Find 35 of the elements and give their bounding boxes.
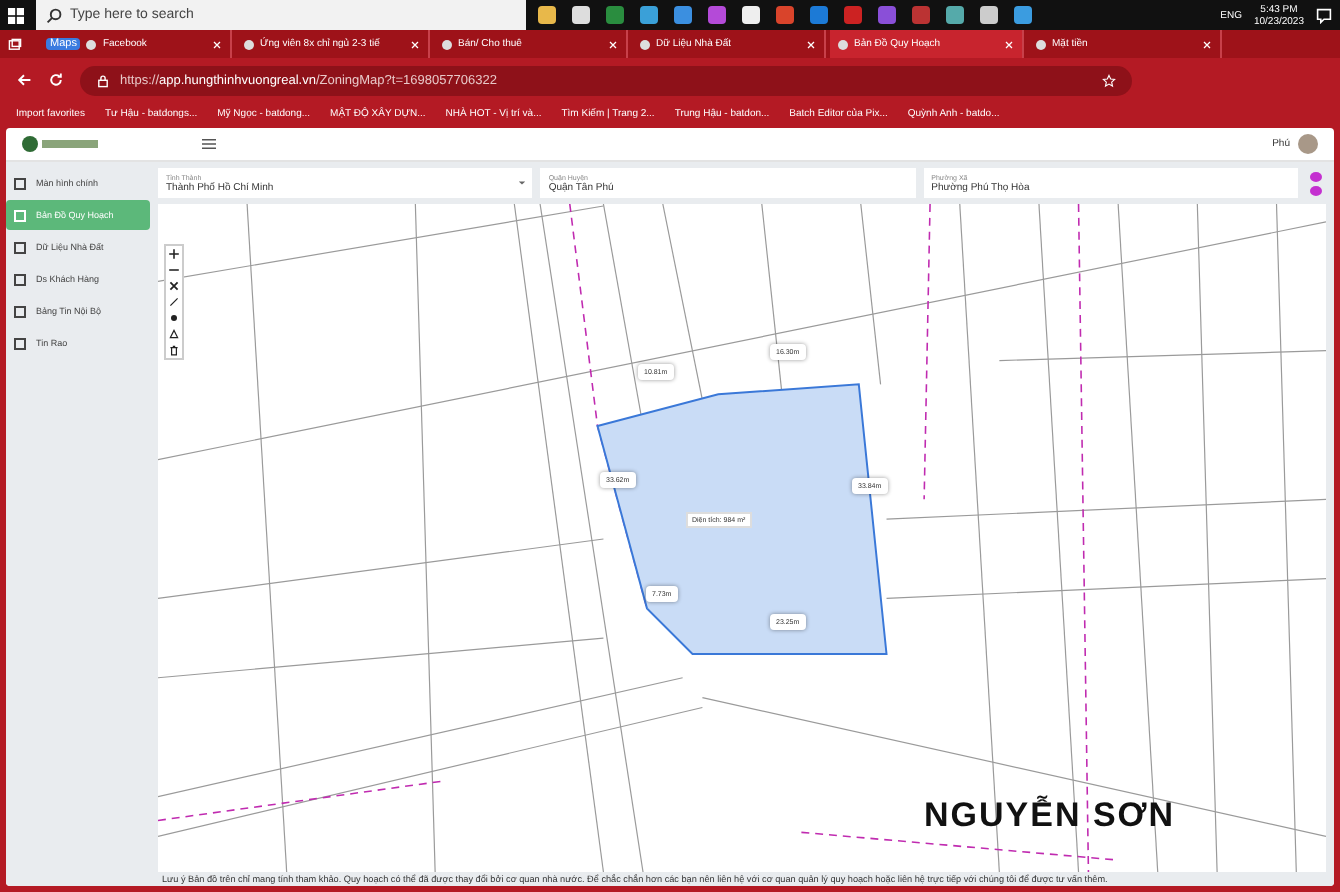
avatar-icon[interactable] (1298, 134, 1318, 154)
windows-start-icon[interactable] (8, 7, 24, 23)
lock-icon (96, 73, 110, 87)
close-icon[interactable] (806, 39, 816, 49)
land-parcel[interactable] (596, 383, 888, 655)
line-tool-icon[interactable] (168, 296, 180, 308)
favicon-icon (244, 39, 254, 49)
close-icon[interactable] (1202, 39, 1212, 49)
favicon-icon (442, 39, 452, 49)
point-tool-icon[interactable] (168, 312, 180, 324)
zoom-in-icon[interactable] (168, 248, 180, 260)
favicon-icon (1036, 39, 1046, 49)
star-icon[interactable] (1102, 73, 1116, 87)
trash-icon[interactable] (168, 344, 180, 356)
caret-icon (518, 180, 527, 186)
zoom-out-icon[interactable] (168, 264, 180, 276)
close-icon[interactable] (410, 39, 420, 49)
close-icon[interactable] (212, 39, 222, 49)
fullscreen-icon[interactable] (168, 280, 180, 292)
polygon-tool-icon[interactable] (168, 328, 180, 340)
marker-icon[interactable] (1309, 185, 1322, 195)
favicon-icon (838, 39, 848, 49)
close-icon[interactable] (1004, 39, 1014, 49)
menu-icon[interactable] (202, 138, 216, 150)
favicon-icon (86, 39, 97, 49)
company-logo (22, 135, 102, 153)
back-icon[interactable] (16, 72, 32, 88)
street-name: NGUYỄN SƠN (924, 796, 1176, 836)
notification-icon[interactable] (1316, 7, 1332, 23)
reload-icon[interactable] (48, 72, 64, 88)
search-icon (46, 7, 62, 23)
marker-icon[interactable] (1309, 171, 1322, 181)
close-icon[interactable] (608, 39, 618, 49)
favicon-icon (640, 39, 650, 49)
tab-actions-icon[interactable] (8, 37, 22, 51)
